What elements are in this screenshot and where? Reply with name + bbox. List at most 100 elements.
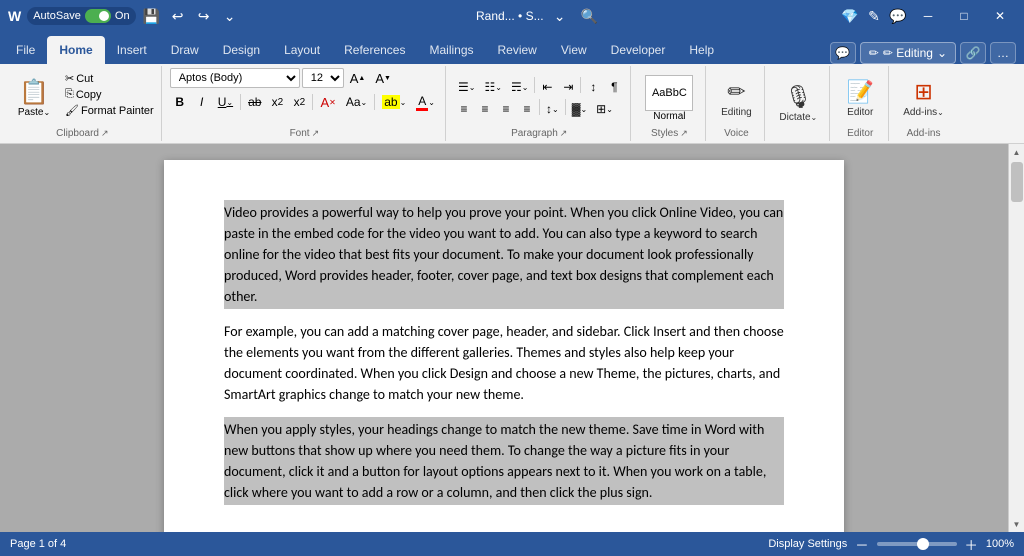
close-button[interactable]: ✕ bbox=[984, 0, 1016, 32]
para-content: ☰⌄ ☷⌄ ☴⌄ ⇤ ⇥ ↕ ¶ ≡ ≡ ≡ ≡ ↕⌄ bbox=[454, 77, 624, 119]
tab-home[interactable]: Home bbox=[47, 36, 104, 64]
justify-button[interactable]: ≡ bbox=[517, 99, 537, 119]
styles-button[interactable]: AaBbC Normal bbox=[639, 71, 699, 126]
tab-insert[interactable]: Insert bbox=[105, 36, 159, 64]
zoom-out-button[interactable]: － bbox=[855, 535, 868, 554]
editing-label: ✏ Editing bbox=[883, 46, 933, 60]
styles-launcher[interactable]: ↗ bbox=[680, 128, 688, 139]
paragraph-group: ☰⌄ ☷⌄ ☴⌄ ⇤ ⇥ ↕ ¶ ≡ ≡ ≡ ≡ ↕⌄ bbox=[448, 66, 631, 141]
align-right-button[interactable]: ≡ bbox=[496, 99, 516, 119]
dictate-button[interactable]: 🎙 Dictate ⌄ bbox=[773, 80, 823, 127]
copy-button[interactable]: ⎘ Copy bbox=[62, 87, 157, 102]
numbering-button[interactable]: ☷⌄ bbox=[480, 77, 505, 97]
text-color-button[interactable]: A ⌄ bbox=[412, 92, 439, 112]
case-button[interactable]: Aa⌄ bbox=[342, 92, 371, 112]
font-divider2 bbox=[312, 94, 313, 110]
maximize-button[interactable]: □ bbox=[948, 0, 980, 32]
indent-inc-button[interactable]: ⇥ bbox=[558, 77, 578, 97]
align-left-button[interactable]: ≡ bbox=[454, 99, 474, 119]
highlight-button[interactable]: ab ⌄ bbox=[378, 92, 410, 112]
comments-icon-btn[interactable]: 💬 bbox=[830, 42, 856, 64]
comments-button[interactable]: 💬 bbox=[888, 6, 908, 26]
bold-button[interactable]: B bbox=[170, 92, 190, 112]
superscript-button[interactable]: x2 bbox=[289, 92, 309, 112]
doc-area[interactable]: Video provides a powerful way to help yo… bbox=[0, 144, 1008, 532]
format-painter-button[interactable]: 🖌 Format Painter bbox=[62, 103, 157, 118]
doc-scroll[interactable]: Video provides a powerful way to help yo… bbox=[0, 144, 1008, 532]
tab-review[interactable]: Review bbox=[486, 36, 549, 64]
ribbon-display-button[interactable]: ✎ bbox=[864, 6, 884, 26]
filename-dropdown[interactable]: ⌄ bbox=[550, 6, 570, 26]
font-launcher[interactable]: ↗ bbox=[312, 128, 320, 139]
editor-icon: 📝 bbox=[847, 79, 874, 105]
autosave-toggle[interactable] bbox=[85, 9, 111, 23]
addins-content: ⊞ Add-ins ⌄ bbox=[897, 68, 950, 128]
tab-view[interactable]: View bbox=[549, 36, 599, 64]
clipboard-content: 📋 Paste ⌄ ✂ Cut ⎘ Copy bbox=[8, 68, 157, 128]
paragraph-label: Paragraph ↗ bbox=[511, 128, 567, 139]
shading-button[interactable]: ▓⌄ bbox=[568, 99, 591, 119]
tab-mailings[interactable]: Mailings bbox=[417, 36, 485, 64]
multilevel-button[interactable]: ☴⌄ bbox=[507, 77, 532, 97]
display-settings-button[interactable]: Display Settings bbox=[768, 538, 847, 550]
indent-dec-button[interactable]: ⇤ bbox=[537, 77, 557, 97]
sort-button[interactable]: ↕ bbox=[583, 77, 603, 97]
cut-icon: ✂ bbox=[65, 72, 74, 85]
borders-button[interactable]: ⊞⌄ bbox=[592, 99, 617, 119]
strikethrough-button[interactable]: ab bbox=[244, 92, 265, 112]
font-shrink-button[interactable]: A▼ bbox=[371, 68, 395, 88]
tab-help[interactable]: Help bbox=[677, 36, 726, 64]
minimize-button[interactable]: ─ bbox=[912, 0, 944, 32]
scrollbar-right[interactable]: ▲ ▼ bbox=[1008, 144, 1024, 532]
para-row2: ≡ ≡ ≡ ≡ ↕⌄ ▓⌄ ⊞⌄ bbox=[454, 99, 624, 119]
cut-button[interactable]: ✂ Cut bbox=[62, 71, 157, 86]
tab-references[interactable]: References bbox=[332, 36, 417, 64]
line-spacing-button[interactable]: ↕⌄ bbox=[542, 99, 563, 119]
show-para-button[interactable]: ¶ bbox=[604, 77, 624, 97]
tab-design[interactable]: Design bbox=[211, 36, 272, 64]
editing-icon: ✏ bbox=[869, 46, 879, 60]
addins-icon: ⊞ bbox=[914, 79, 932, 105]
clear-format-button[interactable]: A✕ bbox=[316, 92, 339, 112]
clipboard-label: Clipboard ↗ bbox=[56, 128, 108, 139]
editor-button[interactable]: 📝 Editor bbox=[838, 75, 882, 122]
voice-group: ✏ Editing Voice bbox=[708, 66, 765, 141]
tab-layout[interactable]: Layout bbox=[272, 36, 332, 64]
font-size-select[interactable]: 12 bbox=[302, 68, 344, 88]
paragraph-1: Video provides a powerful way to help yo… bbox=[224, 200, 784, 309]
underline-button[interactable]: U ⌄ bbox=[214, 92, 237, 112]
editing-display-button[interactable]: ✏ Editing bbox=[714, 75, 758, 122]
paste-button[interactable]: 📋 Paste ⌄ bbox=[8, 71, 60, 125]
subscript-button[interactable]: x2 bbox=[267, 92, 287, 112]
scroll-up-button[interactable]: ▲ bbox=[1009, 144, 1024, 160]
zoom-in-button[interactable]: ＋ bbox=[965, 535, 978, 554]
editor-label: Editor bbox=[847, 128, 873, 139]
font-family-select[interactable]: Aptos (Body) bbox=[170, 68, 300, 88]
addins-button[interactable]: ⊞ Add-ins ⌄ bbox=[897, 75, 950, 122]
align-center-button[interactable]: ≡ bbox=[475, 99, 495, 119]
paragraph-launcher[interactable]: ↗ bbox=[560, 128, 568, 139]
editing-mode-button[interactable]: ✏ ✏ Editing ⌄ bbox=[860, 42, 956, 64]
customize-qat-button[interactable]: ⌄ bbox=[220, 6, 240, 26]
more-icon-btn[interactable]: … bbox=[990, 42, 1016, 64]
copilot-button[interactable]: 💎 bbox=[840, 6, 860, 26]
undo-button[interactable]: ↩ bbox=[168, 6, 188, 26]
editor-group: 📝 Editor Editor bbox=[832, 66, 889, 141]
tab-developer[interactable]: Developer bbox=[599, 36, 678, 64]
zoom-slider[interactable] bbox=[877, 542, 957, 546]
tab-file[interactable]: File bbox=[4, 36, 47, 64]
scroll-thumb[interactable] bbox=[1011, 162, 1023, 202]
bullets-button[interactable]: ☰⌄ bbox=[454, 77, 479, 97]
tab-draw[interactable]: Draw bbox=[159, 36, 211, 64]
save-button[interactable]: 💾 bbox=[142, 6, 162, 26]
font-content: Aptos (Body) 12 A▲ A▼ B I U ⌄ ab x2 x2 bbox=[170, 68, 439, 128]
clipboard-launcher[interactable]: ↗ bbox=[101, 128, 109, 139]
italic-button[interactable]: I bbox=[192, 92, 212, 112]
para-divider2 bbox=[580, 77, 581, 93]
title-bar-left: W AutoSave On 💾 ↩ ↪ ⌄ bbox=[8, 6, 240, 26]
share-icon-btn[interactable]: 🔗 bbox=[960, 42, 986, 64]
redo-button[interactable]: ↪ bbox=[194, 6, 214, 26]
font-grow-button[interactable]: A▲ bbox=[346, 68, 370, 88]
search-button[interactable]: 🔍 bbox=[576, 2, 604, 30]
scroll-down-button[interactable]: ▼ bbox=[1009, 516, 1024, 532]
